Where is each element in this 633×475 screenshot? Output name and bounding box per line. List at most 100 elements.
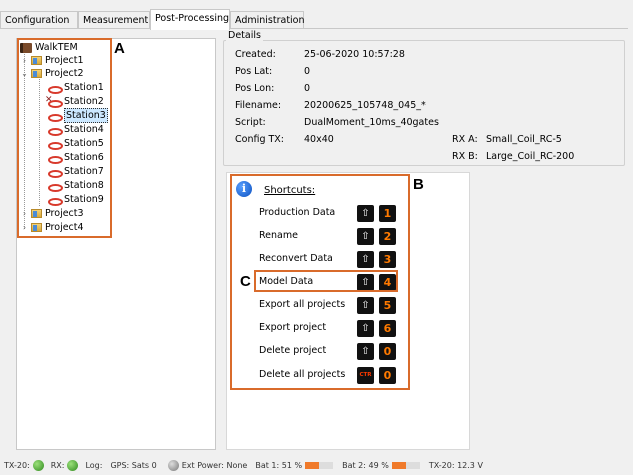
tree-item-station3[interactable]: Station3: [47, 108, 108, 123]
filename-label: Filename:: [235, 100, 282, 111]
battery1-fill: [305, 462, 320, 469]
shift-key-icon: ⇧: [357, 205, 374, 222]
shortcut-key: 4: [379, 274, 396, 291]
rx-a-value: Small_Coil_RC-5: [486, 134, 562, 145]
tree-item-station4[interactable]: Station4: [47, 123, 104, 136]
ctrl-key-icon: CTR: [357, 367, 374, 384]
tab-measurement[interactable]: Measurement: [78, 11, 150, 29]
shortcut-label: Reconvert Data: [259, 253, 333, 264]
station-icon: [47, 168, 63, 178]
tx-label: TX-20:: [4, 461, 30, 470]
filename-value: 20200625_105748_045_*: [304, 100, 426, 111]
shortcut-label: Model Data: [259, 276, 314, 287]
shortcut-rename[interactable]: Rename ⇧ 2: [259, 228, 407, 246]
rx-b-label: RX B:: [452, 151, 478, 162]
battery2-fill: [391, 462, 406, 469]
chevron-down-icon[interactable]: ⌄: [20, 67, 29, 80]
shortcut-key: 5: [379, 297, 396, 314]
rx-label: RX:: [50, 461, 65, 470]
tab-bar: Configuration Measurement Post-Processin…: [0, 9, 633, 30]
shortcut-key: 0: [379, 343, 396, 360]
chevron-right-icon[interactable]: ›: [20, 221, 29, 234]
project-tree[interactable]: WalkTEM › Project1 ⌄ Project2 Station1 S…: [16, 38, 216, 450]
station-icon: [47, 154, 63, 164]
tree-item-station9[interactable]: Station9: [47, 193, 104, 206]
shortcut-key: 1: [379, 205, 396, 222]
tree-item-label: Station3: [64, 108, 108, 123]
shortcut-export-all-projects[interactable]: Export all projects ⇧ 5: [259, 297, 407, 315]
station-icon: [47, 182, 63, 192]
chevron-right-icon[interactable]: ›: [20, 54, 29, 67]
tree-item-project1[interactable]: › Project1: [20, 54, 84, 67]
shift-key-icon: ⇧: [357, 274, 374, 291]
shortcut-export-project[interactable]: Export project ⇧ 6: [259, 320, 407, 338]
info-icon: i: [236, 181, 252, 197]
created-label: Created:: [235, 49, 276, 60]
shortcut-key: 3: [379, 251, 396, 268]
tree-item-label: Station2: [64, 96, 104, 107]
shortcut-delete-all-projects[interactable]: Delete all projects CTR 0: [259, 367, 407, 385]
shortcut-label: Export project: [259, 322, 327, 333]
tree-item-label: Station5: [64, 138, 104, 149]
tree-item-label: Station8: [64, 180, 104, 191]
battery1-label: Bat 1: 51 %: [255, 461, 303, 470]
tree-item-label: Station9: [64, 194, 104, 205]
database-icon: [20, 42, 32, 53]
tab-administration[interactable]: Administration: [230, 11, 305, 29]
tree-root[interactable]: WalkTEM: [20, 41, 78, 54]
shortcut-delete-project[interactable]: Delete project ⇧ 0: [259, 343, 407, 361]
callout-c: C: [240, 273, 251, 290]
tree-item-station8[interactable]: Station8: [47, 179, 104, 192]
battery2-label: Bat 2: 49 %: [342, 461, 389, 470]
tree-item-station1[interactable]: Station1: [47, 81, 104, 94]
chevron-right-icon[interactable]: ›: [20, 207, 29, 220]
rx-a-label: RX A:: [452, 134, 478, 145]
shortcut-key: 6: [379, 320, 396, 337]
folder-icon: [31, 56, 42, 65]
config-tx-value: 40x40: [304, 134, 334, 145]
shortcut-key: 0: [379, 367, 396, 384]
pos-lat-label: Pos Lat:: [235, 66, 273, 77]
tree-item-project4[interactable]: › Project4: [20, 221, 84, 234]
tree-item-project2[interactable]: ⌄ Project2: [20, 67, 84, 80]
details-legend: Details: [226, 30, 263, 41]
shift-key-icon: ⇧: [357, 320, 374, 337]
status-bar: TX-20: RX: Log: GPS: Sats 0 Ext Power: N…: [0, 456, 633, 475]
shortcut-model-data[interactable]: Model Data ⇧ 4: [259, 274, 407, 292]
rx-b-value: Large_Coil_RC-200: [486, 151, 575, 162]
pos-lon-value: 0: [304, 83, 311, 94]
tree-item-station6[interactable]: Station6: [47, 151, 104, 164]
folder-icon: [31, 209, 42, 218]
tab-post-processing[interactable]: Post-Processing: [150, 9, 230, 30]
tree-item-station2[interactable]: Station2: [45, 94, 104, 108]
config-tx-label: Config TX:: [235, 134, 285, 145]
pos-lon-label: Pos Lon:: [235, 83, 275, 94]
shortcut-label: Production Data: [259, 207, 336, 218]
folder-icon: [31, 223, 42, 232]
station-error-icon: [45, 94, 63, 108]
station-icon: [47, 84, 63, 94]
tree-item-label: Station7: [64, 166, 104, 177]
shift-key-icon: ⇧: [357, 297, 374, 314]
tree-line: [39, 74, 40, 206]
tx-status-led-icon: [32, 460, 44, 471]
tree-item-station7[interactable]: Station7: [47, 165, 104, 178]
folder-icon: [31, 69, 42, 78]
shift-key-icon: ⇧: [357, 251, 374, 268]
script-label: Script:: [235, 117, 266, 128]
station-icon: [47, 196, 63, 206]
shift-key-icon: ⇧: [357, 228, 374, 245]
shortcut-label: Rename: [259, 230, 298, 241]
tree-item-station5[interactable]: Station5: [47, 137, 104, 150]
shortcut-production-data[interactable]: Production Data ⇧ 1: [259, 205, 407, 223]
tab-configuration[interactable]: Configuration: [0, 11, 78, 29]
shortcut-reconvert-data[interactable]: Reconvert Data ⇧ 3: [259, 251, 407, 269]
created-value: 25-06-2020 10:57:28: [304, 49, 405, 60]
tree-item-project3[interactable]: › Project3: [20, 207, 84, 220]
shift-key-icon: ⇧: [357, 343, 374, 360]
tree-item-label: Project2: [45, 68, 84, 79]
script-value: DualMoment_10ms_40gates: [304, 117, 439, 128]
shortcut-label: Delete project: [259, 345, 327, 356]
tree-item-label: Station6: [64, 152, 104, 163]
shortcut-label: Delete all projects: [259, 369, 346, 380]
